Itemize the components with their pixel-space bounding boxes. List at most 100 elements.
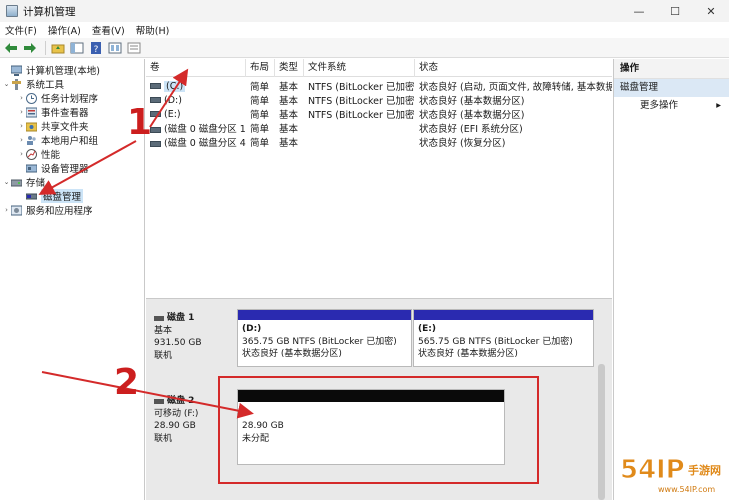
tree-label: 本地用户和组 <box>41 136 99 147</box>
window-title: 计算机管理 <box>23 5 76 18</box>
svg-text:手游网: 手游网 <box>688 463 721 477</box>
collapse-chevron-icon[interactable]: ⌄ <box>2 80 11 88</box>
partition-status: 状态良好 (基本数据分区) <box>418 349 518 359</box>
disk-2-name: 磁盘 2 <box>167 396 195 406</box>
list-view-icon[interactable] <box>126 40 142 56</box>
column-header-volume[interactable]: 卷 <box>146 59 246 77</box>
type-cell: 基本 <box>279 110 299 121</box>
volume-name: (E:) <box>164 108 181 120</box>
forward-arrow-icon[interactable] <box>22 40 38 56</box>
expand-chevron-icon[interactable]: › <box>17 150 26 158</box>
back-arrow-icon[interactable] <box>3 40 19 56</box>
expand-chevron-icon[interactable]: › <box>2 206 11 214</box>
clock-icon <box>26 92 37 104</box>
disk-2-title: 磁盘 2 <box>154 395 198 408</box>
maximize-button[interactable]: ☐ <box>657 0 693 22</box>
svg-text:54: 54 <box>620 455 656 485</box>
tree-item-performance[interactable]: › 性能 <box>0 147 144 161</box>
column-header-status[interactable]: 状态 <box>415 59 612 77</box>
primary-partition-stripe <box>238 310 411 320</box>
disk-1-kind: 基本 <box>154 325 173 336</box>
watermark-logo: 54 IP 手游网 www.54IP.com <box>620 455 722 495</box>
window-controls: — ☐ ✕ <box>621 0 729 22</box>
tree-item-task-scheduler[interactable]: › 任务计划程序 <box>0 91 144 105</box>
disk-icon <box>154 315 164 321</box>
disk-1-title: 磁盘 1 <box>154 312 202 325</box>
more-actions-item[interactable]: 更多操作 ▸ <box>614 97 729 115</box>
minimize-button[interactable]: — <box>621 0 657 22</box>
layout-cell: 简单 <box>250 110 270 121</box>
volume-cell: (E:) <box>146 109 246 120</box>
tree-item-shared-folders[interactable]: › 共享文件夹 <box>0 119 144 133</box>
expand-chevron-icon[interactable]: › <box>17 94 26 102</box>
disk-1-label[interactable]: 磁盘 1 基本 931.50 GB 联机 <box>154 312 202 362</box>
status-cell: 状态良好 (EFI 系统分区) <box>419 124 523 135</box>
tree-item-storage[interactable]: ⌄ 存储 <box>0 175 144 189</box>
disk-2-kind: 可移动 (F:) <box>154 408 199 419</box>
title-bar: 计算机管理 — ☐ ✕ <box>0 0 729 22</box>
tree-item-root[interactable]: 计算机管理(本地) <box>0 63 144 77</box>
menu-file[interactable]: 文件(F) <box>0 23 43 37</box>
table-row[interactable]: (D:) 简单 基本 NTFS (BitLocker 已加密) 状态良好 (基本… <box>146 93 612 107</box>
menu-help[interactable]: 帮助(H) <box>131 23 176 37</box>
computer-management-icon <box>11 65 22 76</box>
show-hide-tree-icon[interactable] <box>69 40 85 56</box>
site-watermark: 54 IP 手游网 www.54IP.com <box>618 448 726 496</box>
help-icon[interactable]: ? <box>88 40 104 56</box>
expand-chevron-icon[interactable]: › <box>17 122 26 130</box>
table-row[interactable]: (C:) 简单 基本 NTFS (BitLocker 已加密) 状态良好 (启动… <box>146 79 612 93</box>
expand-chevron-icon[interactable]: › <box>17 108 26 116</box>
volume-cell: (磁盘 0 磁盘分区 1) <box>146 121 246 135</box>
disk-management-icon <box>26 193 37 199</box>
up-folder-icon[interactable] <box>50 40 66 56</box>
disk-icon <box>154 398 164 404</box>
status-cell: 状态良好 (基本数据分区) <box>419 96 525 107</box>
tree-label: 任务计划程序 <box>41 94 99 105</box>
tree-item-local-users[interactable]: › 本地用户和组 <box>0 133 144 147</box>
column-header-layout[interactable]: 布局 <box>246 59 275 77</box>
filesystem-cell: NTFS (BitLocker 已加密) <box>308 96 415 107</box>
volume-name: (磁盘 0 磁盘分区 4) <box>164 138 246 149</box>
primary-partition-stripe <box>414 310 593 320</box>
tree-item-event-viewer[interactable]: › 事件查看器 <box>0 105 144 119</box>
partition-title: (E:) <box>418 324 436 334</box>
annotation-number-2: 2 <box>114 362 140 403</box>
tree-item-services[interactable]: › 服务和应用程序 <box>0 203 144 217</box>
volume-name: (磁盘 0 磁盘分区 1) <box>164 124 246 135</box>
tree-item-device-manager[interactable]: 设备管理器 <box>0 161 144 175</box>
actions-section-disk-management[interactable]: 磁盘管理 <box>614 79 729 97</box>
menu-bar: 文件(F) 操作(A) 查看(V) 帮助(H) <box>0 22 729 38</box>
type-cell: 基本 <box>279 82 299 93</box>
disk-2-size: 28.90 GB <box>154 421 196 431</box>
tree-label: 磁盘管理 <box>41 189 84 203</box>
volume-cell: (D:) <box>146 95 246 106</box>
column-header-type[interactable]: 类型 <box>275 59 304 77</box>
partition-detail: 365.75 GB NTFS (BitLocker 已加密) <box>242 336 397 347</box>
tree-item-disk-management[interactable]: 磁盘管理 <box>0 189 144 203</box>
menu-view[interactable]: 查看(V) <box>87 23 131 37</box>
expand-chevron-icon[interactable]: › <box>17 136 26 144</box>
list-header: 卷 布局 类型 文件系统 状态 <box>146 59 612 77</box>
partition-e[interactable]: (E:) 565.75 GB NTFS (BitLocker 已加密) 状态良好… <box>413 309 594 367</box>
column-header-filesystem[interactable]: 文件系统 <box>304 59 415 77</box>
properties-icon[interactable] <box>107 40 123 56</box>
table-row[interactable]: (磁盘 0 磁盘分区 4) 简单 基本 状态良好 (恢复分区) <box>146 135 612 149</box>
partition-d[interactable]: (D:) 365.75 GB NTFS (BitLocker 已加密) 状态良好… <box>237 309 412 367</box>
tree-item-system-tools[interactable]: ⌄ 系统工具 <box>0 77 144 91</box>
disk-2-label[interactable]: 磁盘 2 可移动 (F:) 28.90 GB 联机 <box>154 395 198 445</box>
layout-cell: 简单 <box>250 138 270 149</box>
tools-icon <box>12 78 21 90</box>
close-button[interactable]: ✕ <box>693 0 729 22</box>
type-cell: 基本 <box>279 138 299 149</box>
vertical-scrollbar[interactable] <box>598 364 605 500</box>
partition-status: 状态良好 (基本数据分区) <box>242 349 342 359</box>
annotation-highlight-box <box>218 376 539 484</box>
table-row[interactable]: (磁盘 0 磁盘分区 1) 简单 基本 状态良好 (EFI 系统分区) <box>146 121 612 135</box>
disk-2-state: 联机 <box>154 433 173 444</box>
layout-cell: 简单 <box>250 124 270 135</box>
device-manager-icon <box>26 164 37 172</box>
menu-action[interactable]: 操作(A) <box>43 23 87 37</box>
collapse-chevron-icon[interactable]: ⌄ <box>2 178 11 186</box>
volume-cell: (C:) <box>146 80 246 92</box>
table-row[interactable]: (E:) 简单 基本 NTFS (BitLocker 已加密) 状态良好 (基本… <box>146 107 612 121</box>
